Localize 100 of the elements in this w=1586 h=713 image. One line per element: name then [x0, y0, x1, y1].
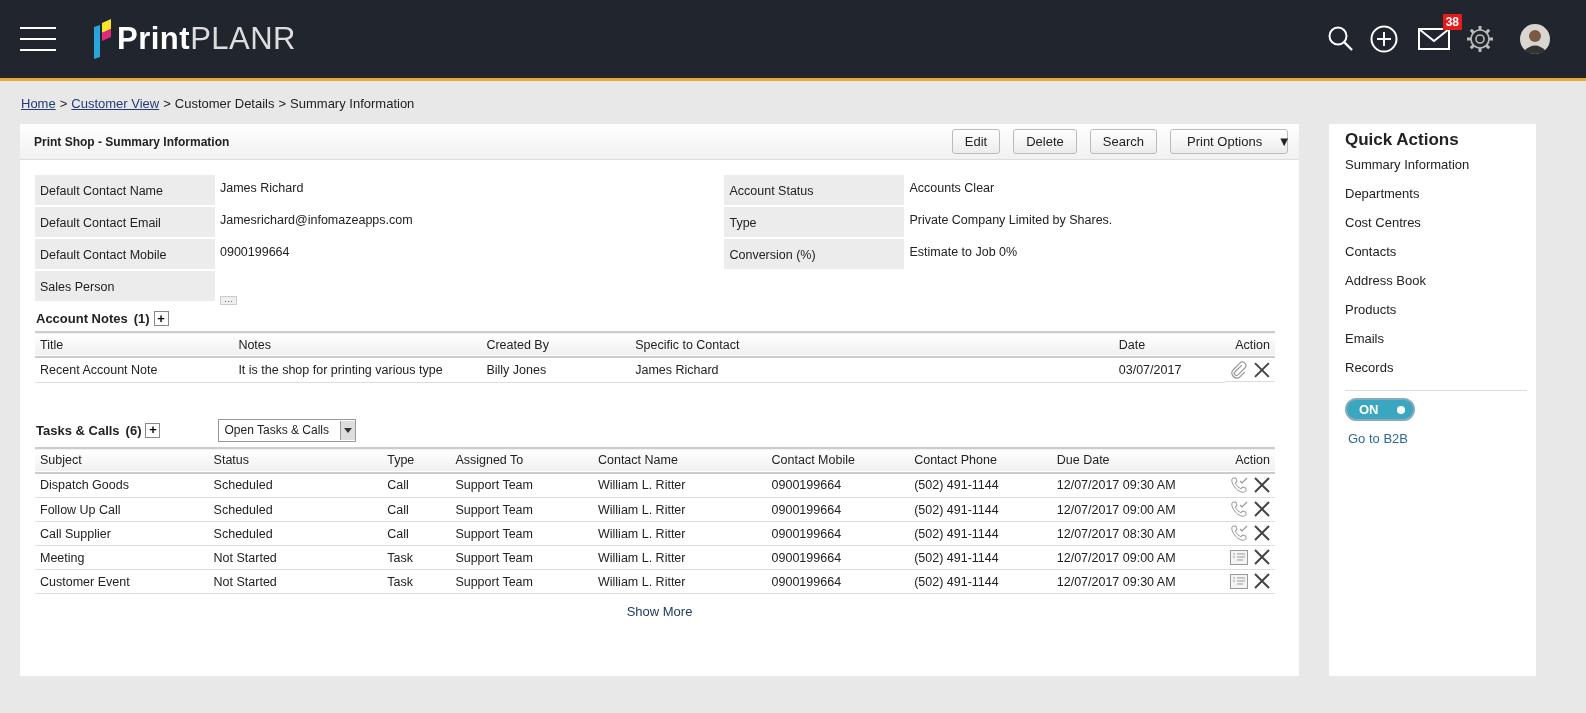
table-cell: 0900199664 — [771, 550, 842, 565]
show-more-link[interactable]: Show More — [626, 604, 693, 619]
column-header: Assigned To — [455, 453, 524, 467]
b2b-link[interactable]: Go to B2B — [1348, 431, 1408, 446]
detail-label: Default Contact Name — [35, 175, 215, 205]
table-cell: William L. Ritter — [597, 526, 686, 541]
table-cell: Scheduled — [213, 502, 273, 517]
table-cell: William L. Ritter — [597, 502, 686, 517]
quick-action-link[interactable]: Records — [1345, 360, 1394, 389]
table-cell: Task — [387, 550, 413, 565]
column-header: Type — [387, 453, 415, 467]
table-cell: 12/07/2017 09:30 AM — [1056, 574, 1176, 589]
table-cell: Call — [387, 502, 409, 517]
breadcrumb-separator: > — [163, 96, 171, 113]
table-cell: Scheduled — [213, 478, 273, 493]
table-cell: Recent Account Note — [40, 362, 158, 377]
toolbar-button[interactable]: Search — [1089, 129, 1157, 154]
quick-action-link[interactable]: Products — [1345, 302, 1397, 331]
notification-badge: 38 — [1442, 14, 1462, 30]
detail-label: Default Contact Email — [35, 207, 215, 237]
table-cell: Support Team — [455, 478, 533, 493]
settings-icon[interactable] — [1466, 25, 1494, 53]
search-icon[interactable] — [1328, 26, 1354, 52]
detail-value: Accounts Clear — [908, 180, 996, 197]
add-button[interactable]: + — [145, 422, 161, 438]
quick-action-link[interactable]: Contacts — [1345, 244, 1397, 273]
column-header: Contact Name — [597, 453, 678, 467]
table-cell: Call — [387, 478, 409, 493]
column-header: Subject — [40, 453, 82, 467]
caret-icon — [344, 427, 353, 433]
breadcrumb-item: Summary Information — [290, 96, 415, 113]
detail-value: James Richard — [219, 180, 305, 197]
avatar[interactable] — [1520, 24, 1550, 54]
delete-icon[interactable] — [1254, 361, 1270, 378]
table-cell: James Richard — [635, 362, 719, 377]
table-cell: William L. Ritter — [597, 574, 686, 589]
table-cell: Scheduled — [213, 526, 273, 541]
phone-check-icon[interactable] — [1230, 476, 1248, 494]
quick-action-link[interactable]: Summary Information — [1345, 157, 1470, 186]
column-header: Title — [40, 337, 64, 352]
quick-action-link[interactable]: Emails — [1345, 331, 1384, 360]
table-cell: William L. Ritter — [597, 478, 686, 493]
table-cell: Billy Jones — [486, 362, 547, 377]
filter-select[interactable]: Open Tasks & Calls — [218, 418, 357, 442]
table-cell: Support Team — [455, 574, 533, 589]
table-cell: 12/07/2017 08:30 AM — [1056, 526, 1176, 541]
breadcrumb-item: Customer Details — [174, 96, 275, 113]
table-cell: Customer Event — [40, 574, 130, 589]
quick-action-link[interactable]: Departments — [1345, 186, 1420, 215]
column-header: Contact Phone — [914, 453, 997, 467]
add-icon[interactable] — [1370, 25, 1398, 53]
toolbar-button[interactable]: Delete — [1013, 129, 1077, 154]
table-cell: Support Team — [455, 502, 533, 517]
section-title: Tasks & Calls — [36, 422, 120, 438]
column-header: Status — [213, 453, 250, 467]
phone-check-icon[interactable] — [1230, 524, 1248, 542]
table-cell: 0900199664 — [771, 478, 842, 493]
section-count: (6) — [125, 422, 142, 438]
delete-icon[interactable] — [1254, 501, 1270, 517]
table-cell: Task — [387, 574, 413, 589]
table-cell: 12/07/2017 09:00 AM — [1056, 550, 1176, 565]
breadcrumb-separator: > — [59, 96, 68, 113]
phone-check-icon[interactable] — [1230, 500, 1248, 518]
delete-icon[interactable] — [1254, 573, 1270, 589]
table-cell: Meeting — [40, 550, 85, 565]
breadcrumb-separator: > — [278, 96, 287, 113]
quick-action-link[interactable]: Cost Centres — [1345, 215, 1421, 244]
mail-icon[interactable] — [1418, 28, 1450, 50]
column-header: Date — [1118, 337, 1146, 352]
detail-value: Estimate to Job 0% — [908, 244, 1019, 261]
paperclip-icon[interactable] — [1230, 360, 1249, 379]
column-header: Notes — [238, 337, 272, 352]
column-header: Created By — [486, 337, 549, 352]
more-button[interactable]: ··· — [220, 296, 237, 305]
delete-icon[interactable] — [1254, 525, 1270, 541]
add-button[interactable]: + — [153, 311, 169, 326]
detail-label: Sales Person — [35, 271, 215, 301]
table-cell: (502) 491-1144 — [914, 502, 999, 517]
column-header: Action — [1235, 453, 1270, 467]
logo-text: PrintPLANR — [117, 21, 296, 57]
table-cell: (502) 491-1144 — [914, 478, 999, 493]
print-options-dropdown[interactable]: Print Options ▼ — [1170, 129, 1288, 154]
note-icon[interactable] — [1230, 549, 1248, 565]
quick-action-link[interactable]: Address Book — [1345, 273, 1426, 302]
note-icon[interactable] — [1230, 573, 1248, 589]
breadcrumb-link[interactable]: Customer View — [71, 96, 160, 124]
breadcrumb-link[interactable]: Home — [21, 96, 56, 124]
detail-label: Account Status — [724, 175, 905, 205]
table-cell: (502) 491-1144 — [914, 574, 999, 589]
table-cell: Not Started — [213, 550, 277, 565]
column-header: Due Date — [1056, 453, 1110, 467]
toolbar-button[interactable]: Edit — [951, 129, 1001, 154]
table-cell: (502) 491-1144 — [914, 550, 999, 565]
delete-icon[interactable] — [1254, 549, 1270, 565]
detail-value: 0900199664 — [219, 244, 291, 261]
detail-label: Conversion (%) — [724, 239, 905, 269]
table-cell: Dispatch Goods — [40, 478, 129, 493]
delete-icon[interactable] — [1254, 477, 1270, 493]
menu-icon[interactable] — [20, 26, 56, 52]
table-cell: It is the shop for printing various type — [238, 362, 443, 377]
